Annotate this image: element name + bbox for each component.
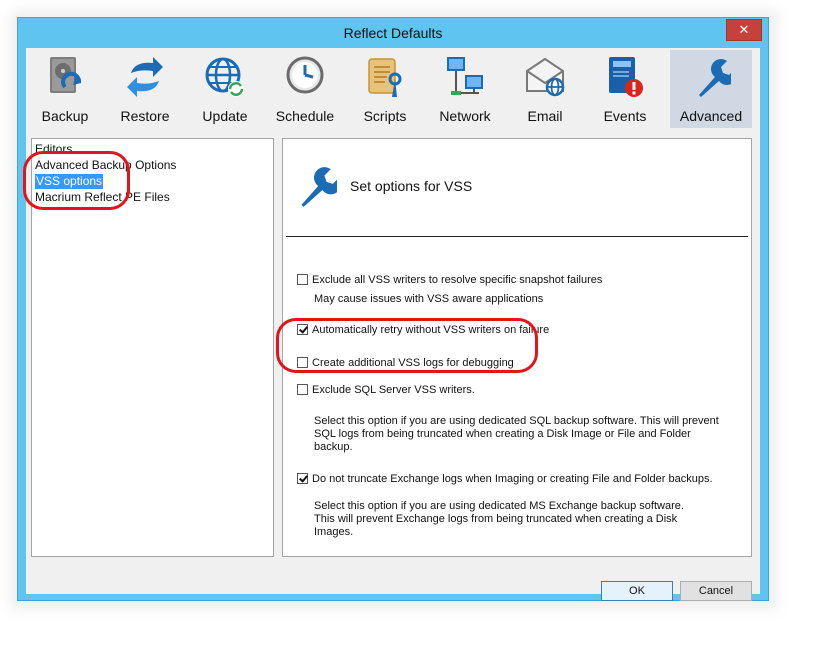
annotation-oval xyxy=(276,318,538,373)
ok-button[interactable]: OK xyxy=(601,581,673,601)
option-do-not-truncate-exchange-logs[interactable]: Do not truncate Exchange logs when Imagi… xyxy=(297,472,713,485)
option-description: Select this option if you are using dedi… xyxy=(314,500,684,538)
window-title: Reflect Defaults xyxy=(343,25,443,41)
option-label: Exclude SQL Server VSS writers. xyxy=(312,384,475,396)
events-book-icon xyxy=(609,57,643,97)
network-computers-icon xyxy=(447,57,483,95)
close-button[interactable]: ✕ xyxy=(726,19,762,41)
schedule-clock-icon xyxy=(286,56,324,94)
toolbar-label: Restore xyxy=(120,108,170,124)
toolbar-label: Events xyxy=(603,108,647,124)
reflect-defaults-dialog: Reflect Defaults ✕ Backup Restore Update… xyxy=(17,17,769,601)
checkbox-checked[interactable] xyxy=(297,472,308,484)
toolbar-network[interactable]: Network xyxy=(426,50,504,128)
email-envelope-icon xyxy=(526,57,565,97)
restore-arrows-icon xyxy=(127,57,163,97)
toolbar-scripts[interactable]: Scripts xyxy=(346,50,424,128)
option-exclude-sql-writers[interactable]: Exclude SQL Server VSS writers. xyxy=(297,383,475,396)
toolbar-events[interactable]: Events xyxy=(586,50,664,128)
toolbar-label: Email xyxy=(527,108,563,124)
title-bar[interactable]: Reflect Defaults ✕ xyxy=(18,18,768,48)
wrench-icon xyxy=(699,59,731,97)
toolbar-label: Schedule xyxy=(275,108,335,124)
category-toolbar: Backup Restore Update Schedule Scripts N… xyxy=(26,48,760,130)
checkbox[interactable] xyxy=(297,273,308,285)
toolbar-advanced[interactable]: Advanced xyxy=(670,50,752,128)
toolbar-update[interactable]: Update xyxy=(186,50,264,128)
toolbar-label: Scripts xyxy=(363,108,407,124)
panel-title: Set options for VSS xyxy=(350,178,473,194)
option-description: May cause issues with VSS aware applicat… xyxy=(314,293,544,305)
update-globe-icon xyxy=(205,57,244,97)
toolbar-restore[interactable]: Restore xyxy=(106,50,184,128)
toolbar-label: Network xyxy=(439,108,491,124)
backup-drive-icon xyxy=(50,57,82,93)
toolbar-email[interactable]: Email xyxy=(506,50,584,128)
header-divider xyxy=(286,236,748,237)
toolbar-label: Update xyxy=(202,108,248,124)
wrench-icon xyxy=(301,167,337,207)
toolbar-backup[interactable]: Backup xyxy=(26,50,104,128)
toolbar-schedule[interactable]: Schedule xyxy=(266,50,344,128)
toolbar-label: Backup xyxy=(41,108,89,124)
option-label: Exclude all VSS writers to resolve speci… xyxy=(312,274,603,286)
option-exclude-all-vss-writers[interactable]: Exclude all VSS writers to resolve speci… xyxy=(297,273,603,286)
toolbar-label: Advanced xyxy=(679,108,743,124)
scripts-scroll-icon xyxy=(368,58,402,97)
checkbox[interactable] xyxy=(297,383,308,395)
option-label: Do not truncate Exchange logs when Imagi… xyxy=(312,473,713,485)
annotation-oval xyxy=(23,151,130,210)
option-description: Select this option if you are using dedi… xyxy=(314,415,719,453)
cancel-button[interactable]: Cancel xyxy=(680,581,752,601)
